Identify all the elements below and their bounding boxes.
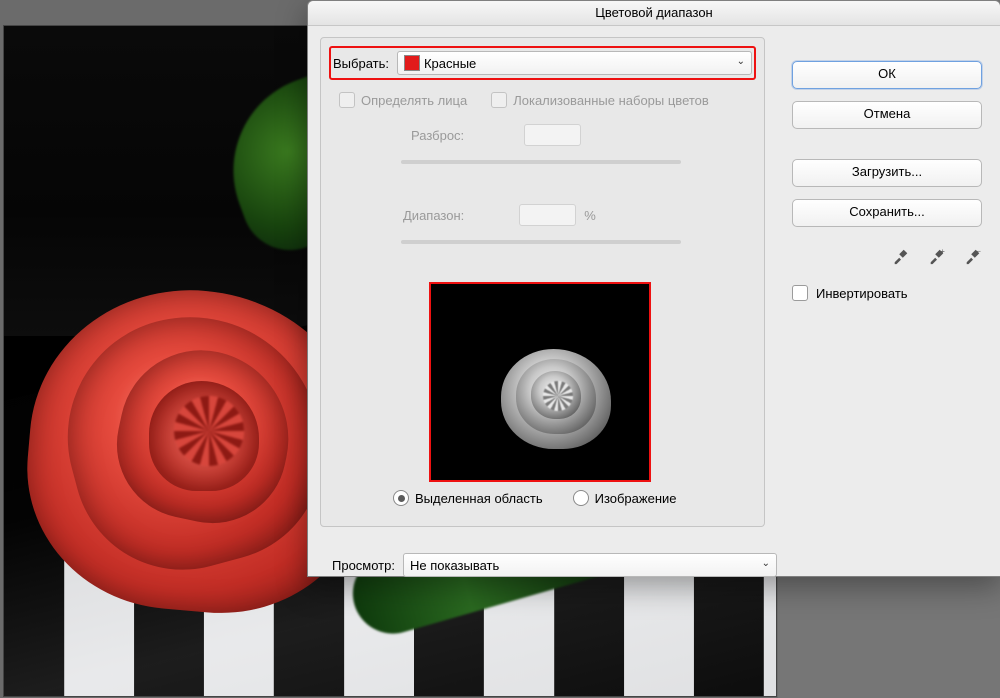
- preview-value: Не показывать: [410, 558, 499, 573]
- cancel-button[interactable]: Отмена: [792, 101, 982, 129]
- load-button[interactable]: Загрузить...: [792, 159, 982, 187]
- main-fieldset: Выбрать: Красные ⌄ Определять лица Локал…: [320, 37, 765, 527]
- eyedropper-add-icon[interactable]: +: [928, 247, 946, 265]
- selection-preview: [429, 282, 651, 482]
- range-input: [519, 204, 576, 226]
- range-label: Диапазон:: [403, 208, 464, 223]
- fuzziness-label: Разброс:: [411, 128, 464, 143]
- invert-checkbox[interactable]: Инвертировать: [792, 285, 982, 301]
- svg-text:+: +: [941, 247, 945, 255]
- detect-faces-checkbox: Определять лица: [339, 92, 467, 108]
- range-unit: %: [584, 208, 596, 223]
- color-swatch-icon: [404, 55, 420, 71]
- radio-selection[interactable]: Выделенная область: [393, 490, 543, 506]
- radio-image[interactable]: Изображение: [573, 490, 677, 506]
- dialog-title: Цветовой диапазон: [308, 1, 1000, 26]
- fuzziness-input: [524, 124, 581, 146]
- save-button[interactable]: Сохранить...: [792, 199, 982, 227]
- color-range-dialog: Цветовой диапазон Выбрать: Красные ⌄ Опр…: [307, 0, 1000, 577]
- range-slider: [401, 240, 681, 244]
- eyedropper-icon[interactable]: [892, 247, 910, 265]
- select-label: Выбрать:: [333, 56, 389, 71]
- fuzziness-slider: [401, 160, 681, 164]
- ok-button[interactable]: ОК: [792, 61, 982, 89]
- preview-dropdown[interactable]: Не показывать ⌄: [403, 553, 777, 577]
- localized-colors-checkbox: Локализованные наборы цветов: [491, 92, 709, 108]
- svg-text:−: −: [977, 247, 981, 255]
- chevron-down-icon: ⌄: [737, 56, 745, 67]
- eyedropper-subtract-icon[interactable]: −: [964, 247, 982, 265]
- select-dropdown[interactable]: Красные ⌄: [397, 51, 752, 75]
- chevron-down-icon: ⌄: [762, 558, 770, 569]
- preview-label: Просмотр:: [332, 558, 395, 573]
- select-value: Красные: [424, 56, 476, 71]
